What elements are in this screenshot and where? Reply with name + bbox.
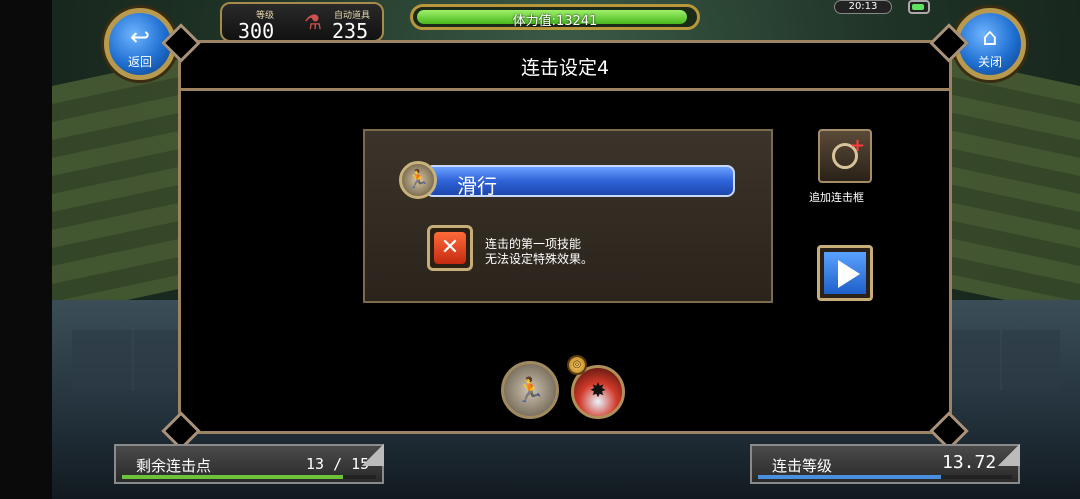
add-combo-frame-label: 追加连击框 <box>809 191 864 204</box>
potion-icon: ⚗ <box>304 10 322 34</box>
home-icon: ⌂ <box>982 23 998 51</box>
note-line-1: 连击的第一项技能 <box>485 237 582 251</box>
panel-header: 连击设定4 <box>181 43 949 91</box>
next-button[interactable] <box>817 245 873 301</box>
combo-settings-panel: 连击设定4 滑行 🏃 ✕ 连击的第一项技能 无法设定特殊效果。 + 追加连击框 … <box>161 23 969 451</box>
back-arrow-icon: ↩ <box>129 23 151 51</box>
screen-edge <box>0 0 52 499</box>
stamina-bar: 体力值:13241 <box>410 4 700 30</box>
back-label: 返回 <box>127 55 152 69</box>
skill-name: 滑行 <box>457 174 497 198</box>
level-stat: 等级 300 ⚗ 自动道具 235 <box>220 2 384 43</box>
remaining-value: 13 / 15 <box>306 455 370 473</box>
play-triangle-icon <box>838 260 860 288</box>
combo-level-label: 连击等级 <box>772 457 833 475</box>
remaining-fill <box>122 475 343 479</box>
battery-icon <box>908 0 930 14</box>
page-title: 连击设定4 <box>520 57 610 79</box>
combo-level-value: 13.72 <box>942 452 997 473</box>
combo-skill-slide-icon[interactable]: 🏃 <box>501 361 559 419</box>
skill-slot-box: 滑行 🏃 ✕ 连击的第一项技能 无法设定特殊效果。 <box>363 129 773 303</box>
slide-skill-icon[interactable]: 🏃 <box>399 161 437 199</box>
stamina-text: 体力值:13241 <box>512 14 598 29</box>
special-effect-button[interactable]: ✕ <box>427 225 473 271</box>
combo-level-bar: 连击等级 13.72 <box>750 444 1020 484</box>
remaining-combo-points-bar: 剩余连击点 13 / 15 <box>114 444 384 484</box>
x-icon: ✕ <box>434 232 466 264</box>
combo-badge-icon: ◎ <box>567 355 587 375</box>
add-combo-frame-button[interactable]: + <box>818 129 872 183</box>
first-skill-note: 连击的第一项技能 无法设定特殊效果。 <box>485 237 593 267</box>
skill-select-bar[interactable]: 滑行 <box>425 165 735 198</box>
background-pillar-right <box>930 54 1080 316</box>
remaining-label: 剩余连击点 <box>136 457 212 475</box>
plus-icon: + <box>850 135 866 156</box>
close-label: 关闭 <box>977 55 1002 69</box>
combo-level-fill <box>758 475 941 479</box>
clock: 20:13 <box>834 0 892 14</box>
note-line-2: 无法设定特殊效果。 <box>485 252 594 266</box>
